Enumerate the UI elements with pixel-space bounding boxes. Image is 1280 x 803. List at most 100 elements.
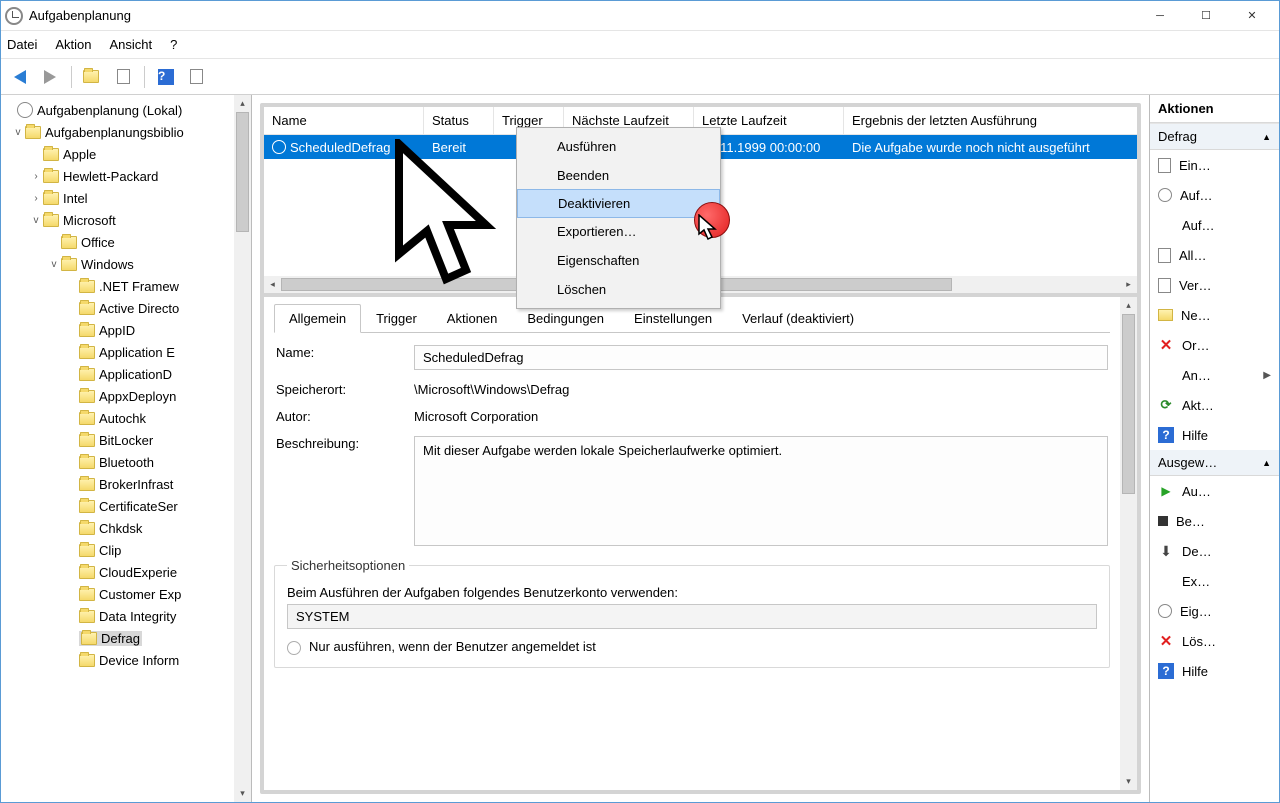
ctx-export[interactable]: Exportieren… — [517, 217, 720, 246]
tree-ad[interactable]: Active Directo — [1, 297, 234, 319]
forward-button[interactable] — [37, 64, 63, 90]
security-user: SYSTEM — [287, 604, 1097, 629]
center-pane: Name Status Trigger Nächste Laufzeit Let… — [252, 95, 1149, 802]
window-title: Aufgabenplanung — [29, 8, 131, 23]
input-name[interactable]: ScheduledDefrag — [414, 345, 1108, 370]
tree-clip[interactable]: Clip — [1, 539, 234, 561]
tree-appd[interactable]: ApplicationD — [1, 363, 234, 385]
tab-trigger[interactable]: Trigger — [361, 304, 432, 332]
action-hilfe[interactable]: ?Hilfe — [1150, 420, 1279, 450]
folder-icon — [25, 126, 41, 139]
clock-icon — [1158, 188, 1172, 202]
folder-icon — [81, 632, 97, 645]
back-button[interactable] — [7, 64, 33, 90]
action-props[interactable]: Eig… — [1150, 596, 1279, 626]
menu-help[interactable]: ? — [170, 37, 177, 52]
tab-actions[interactable]: Aktionen — [432, 304, 513, 332]
tree-bluetooth[interactable]: Bluetooth — [1, 451, 234, 473]
action-akt[interactable]: ⟳Akt… — [1150, 390, 1279, 420]
tree-appx[interactable]: AppxDeployn — [1, 385, 234, 407]
folder-icon — [43, 214, 59, 227]
tree-windows[interactable]: vWindows — [1, 253, 234, 275]
task-table: Name Status Trigger Nächste Laufzeit Let… — [264, 107, 1137, 297]
tree-datai[interactable]: Data Integrity — [1, 605, 234, 627]
tree-intel[interactable]: ›Intel — [1, 187, 234, 209]
tree-hp[interactable]: ›Hewlett-Packard — [1, 165, 234, 187]
action-ne[interactable]: Ne… — [1150, 300, 1279, 330]
toolbar-up-icon[interactable] — [80, 64, 106, 90]
action-or[interactable]: ✕Or… — [1150, 330, 1279, 360]
action-help2[interactable]: ?Hilfe — [1150, 656, 1279, 686]
radio-logged-in[interactable]: Nur ausführen, wenn der Benutzer angemel… — [287, 639, 1097, 655]
tree-chkdsk[interactable]: Chkdsk — [1, 517, 234, 539]
folder-icon — [79, 544, 95, 557]
tree-library[interactable]: v Aufgabenplanungsbiblio — [1, 121, 234, 143]
tab-general[interactable]: Allgemein — [274, 304, 361, 333]
ctx-props[interactable]: Eigenschaften — [517, 246, 720, 275]
folder-icon — [79, 566, 95, 579]
tree-broker[interactable]: BrokerInfrast — [1, 473, 234, 495]
toolbar-props-icon[interactable] — [110, 64, 136, 90]
blank-icon — [1158, 217, 1174, 233]
ctx-run[interactable]: Ausführen — [517, 132, 720, 161]
textarea-desc[interactable]: Mit dieser Aufgabe werden lokale Speiche… — [414, 436, 1108, 546]
radio-icon — [287, 641, 301, 655]
toolbar-help-icon[interactable]: ? — [153, 64, 179, 90]
action-an[interactable]: An…▶ — [1150, 360, 1279, 390]
tree-appid[interactable]: AppID — [1, 319, 234, 341]
ctx-delete[interactable]: Löschen — [517, 275, 720, 304]
col-name[interactable]: Name — [264, 107, 424, 134]
large-cursor-icon — [394, 139, 504, 289]
tab-history[interactable]: Verlauf (deaktiviert) — [727, 304, 869, 332]
tree-scrollbar[interactable]: ▴▾ — [234, 95, 251, 802]
action-delete[interactable]: ✕Lös… — [1150, 626, 1279, 656]
tree-device[interactable]: Device Inform — [1, 649, 234, 671]
ctx-disable[interactable]: Deaktivieren — [517, 189, 720, 218]
tree-bitlocker[interactable]: BitLocker — [1, 429, 234, 451]
folder-icon — [79, 588, 95, 601]
action-ver[interactable]: Ver… — [1150, 270, 1279, 300]
tree-apple[interactable]: Apple — [1, 143, 234, 165]
tree-net[interactable]: .NET Framew — [1, 275, 234, 297]
col-result[interactable]: Ergebnis der letzten Ausführung — [844, 107, 1137, 134]
tree-defrag[interactable]: Defrag — [1, 627, 234, 649]
ctx-end[interactable]: Beenden — [517, 161, 720, 190]
task-icon — [272, 140, 286, 154]
actions-group-selected[interactable]: Ausgew…▲ — [1150, 450, 1279, 476]
action-run[interactable]: ▶Au… — [1150, 476, 1279, 506]
action-stop[interactable]: Be… — [1150, 506, 1279, 536]
folder-icon — [79, 500, 95, 513]
maximize-button[interactable]: ☐ — [1183, 1, 1229, 31]
app-clock-icon — [17, 102, 33, 118]
action-export[interactable]: Ex… — [1150, 566, 1279, 596]
action-auf2[interactable]: Auf… — [1150, 210, 1279, 240]
toolbar-view-icon[interactable] — [183, 64, 209, 90]
close-button[interactable]: ✕ — [1229, 1, 1275, 31]
menu-view[interactable]: Ansicht — [110, 37, 153, 52]
tree-cloud[interactable]: CloudExperie — [1, 561, 234, 583]
tree-microsoft[interactable]: vMicrosoft — [1, 209, 234, 231]
menubar: Datei Aktion Ansicht ? — [1, 31, 1279, 59]
menu-action[interactable]: Aktion — [55, 37, 91, 52]
action-auf[interactable]: Auf… — [1150, 180, 1279, 210]
action-disable[interactable]: ⬇De… — [1150, 536, 1279, 566]
help-icon: ? — [1158, 663, 1174, 679]
tree-office[interactable]: Office — [1, 231, 234, 253]
col-status[interactable]: Status — [424, 107, 494, 134]
label-desc: Beschreibung: — [276, 436, 414, 451]
actions-pane: Aktionen Defrag▲ Ein… Auf… Auf… All… Ver… — [1149, 95, 1279, 802]
minimize-button[interactable]: ─ — [1137, 1, 1183, 31]
menu-file[interactable]: Datei — [7, 37, 37, 52]
detail-scrollbar[interactable]: ▴▾ — [1120, 297, 1137, 790]
tree-appe[interactable]: Application E — [1, 341, 234, 363]
action-ein[interactable]: Ein… — [1150, 150, 1279, 180]
sheet-icon — [1158, 158, 1171, 173]
folder-icon — [43, 170, 59, 183]
tree-customer[interactable]: Customer Exp — [1, 583, 234, 605]
action-all[interactable]: All… — [1150, 240, 1279, 270]
value-location: \Microsoft\Windows\Defrag — [414, 382, 1108, 397]
tree-autochk[interactable]: Autochk — [1, 407, 234, 429]
actions-group-defrag[interactable]: Defrag▲ — [1150, 124, 1279, 150]
tree-certif[interactable]: CertificateSer — [1, 495, 234, 517]
tree-root[interactable]: Aufgabenplanung (Lokal) — [1, 99, 234, 121]
